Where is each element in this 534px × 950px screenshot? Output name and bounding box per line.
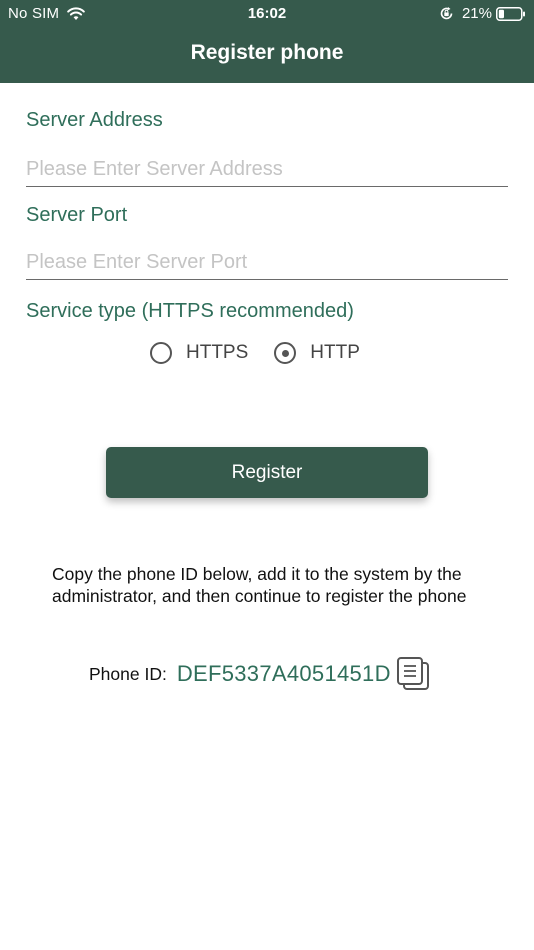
radio-https-circle[interactable] (150, 342, 172, 364)
register-button[interactable]: Register (106, 447, 428, 498)
radio-https[interactable]: HTTPS (150, 342, 248, 364)
service-type-label: Service type (HTTPS recommended) (26, 300, 354, 322)
register-phone-screen: No SIM 16:02 21% Register phone Server A… (0, 0, 534, 950)
instructions-text: Copy the phone ID below, add it to the s… (52, 564, 467, 606)
copy-icon[interactable] (395, 656, 431, 692)
server-port-label: Server Port (26, 204, 128, 226)
service-type-radio-group: HTTPS HTTP (150, 342, 360, 364)
server-address-label: Server Address (26, 109, 163, 131)
radio-http-circle[interactable] (274, 342, 297, 364)
radio-http-label: HTTP (310, 342, 360, 363)
phone-id-label: Phone ID: (89, 663, 167, 684)
server-port-input[interactable] (26, 245, 508, 280)
phone-id-row: Phone ID: DEF5337A4051451D (89, 656, 431, 692)
phone-id-value: DEF5337A4051451D (176, 661, 391, 686)
battery-icon (496, 6, 526, 21)
battery-percent: 21% (461, 5, 492, 22)
server-address-input[interactable] (26, 152, 508, 187)
page-title: Register phone (190, 41, 344, 64)
radio-http[interactable]: HTTP (274, 342, 360, 364)
orientation-lock-icon (439, 6, 454, 21)
status-bar: No SIM 16:02 21% (0, 0, 534, 28)
status-right: 21% (439, 5, 526, 22)
radio-https-label: HTTPS (186, 342, 249, 363)
top-bar: No SIM 16:02 21% Register phone (0, 0, 534, 83)
